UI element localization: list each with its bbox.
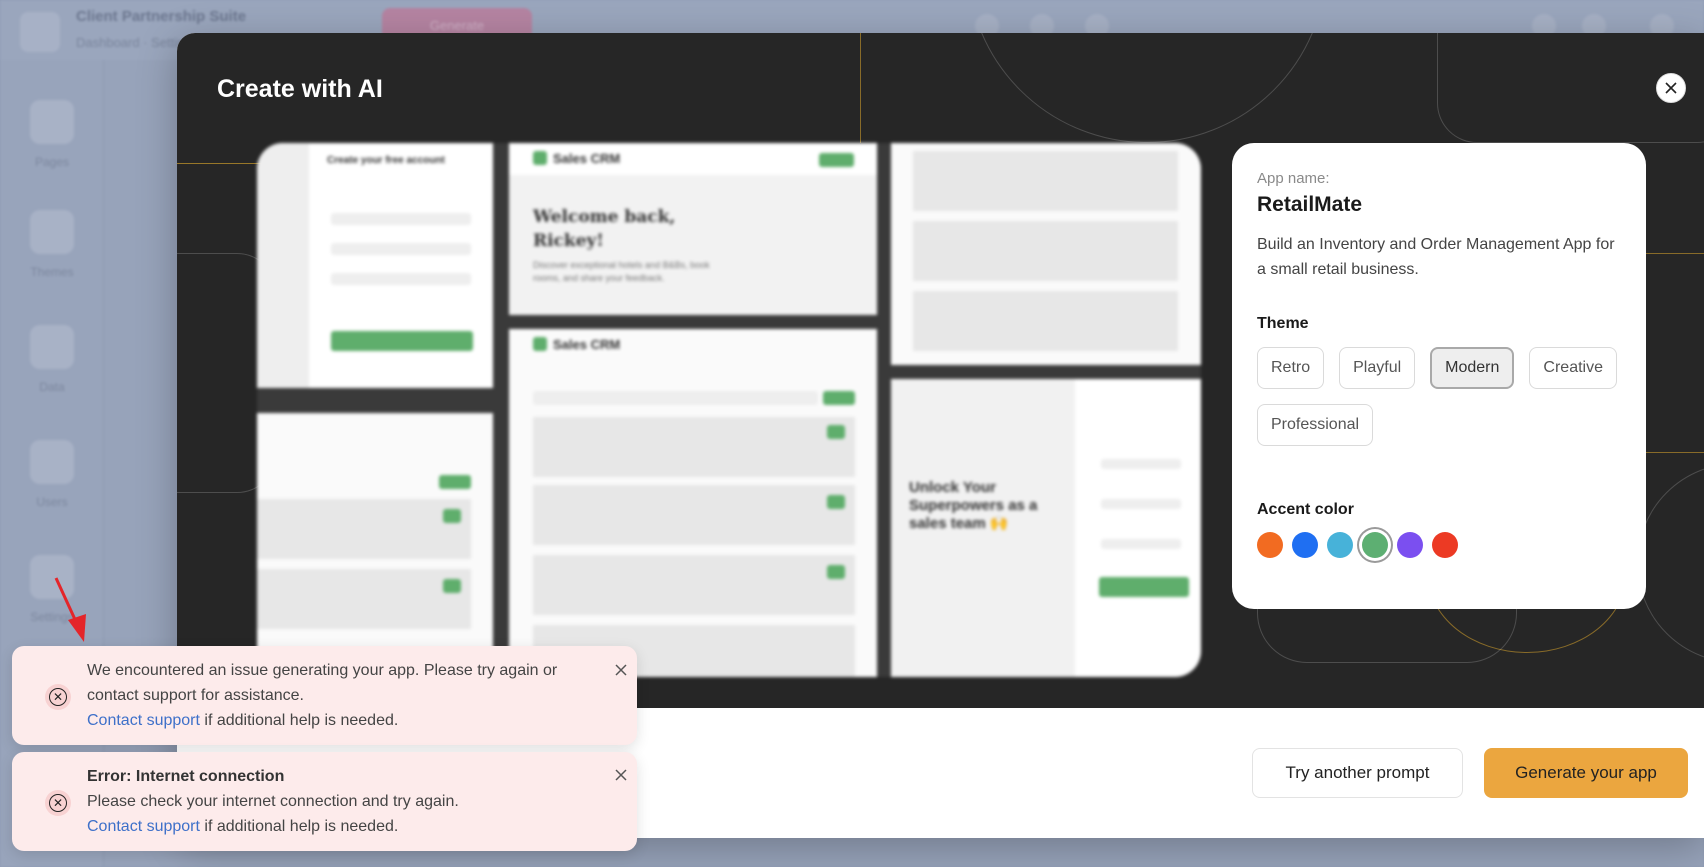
theme-label: Theme xyxy=(1257,315,1309,332)
close-icon xyxy=(1665,82,1677,94)
app-title: Client Partnership Suite xyxy=(76,8,247,25)
home-icon xyxy=(20,12,60,52)
theme-option-professional[interactable]: Professional xyxy=(1257,404,1374,446)
decorative-circle xyxy=(967,33,1327,143)
modal-title: Create with AI xyxy=(217,75,383,103)
try-another-prompt-button[interactable]: Try another prompt xyxy=(1252,748,1463,798)
error-icon: ✕ xyxy=(45,684,71,710)
decorative-circle xyxy=(1637,463,1704,663)
accent-swatch-red[interactable] xyxy=(1432,532,1458,558)
accent-swatch-green[interactable] xyxy=(1362,532,1388,558)
theme-option-playful[interactable]: Playful xyxy=(1339,347,1416,389)
error-icon: ✕ xyxy=(45,790,71,816)
preview-table-right xyxy=(891,143,1201,365)
data-icon xyxy=(30,325,74,369)
toast-help: Contact support if additional help is ne… xyxy=(87,814,597,839)
connection-error-toast: ✕ Error: Internet connection Please chec… xyxy=(12,752,637,851)
decorative-line xyxy=(860,33,861,143)
theme-option-creative[interactable]: Creative xyxy=(1529,347,1617,389)
accent-swatch-blue[interactable] xyxy=(1292,532,1318,558)
preview-welcome: Sales CRM Welcome back, Rickey! Discover… xyxy=(509,143,877,315)
app-description[interactable]: Build an Inventory and Order Management … xyxy=(1257,232,1622,282)
preview-signup: Create your free account xyxy=(257,143,493,388)
accent-color-swatches xyxy=(1257,532,1621,558)
error-toast: ✕ We encountered an issue generating you… xyxy=(12,646,637,745)
toast-title: Error: Internet connection xyxy=(87,768,285,785)
contact-support-link[interactable]: Contact support xyxy=(87,712,200,729)
template-previews: Create your free account Sales CRM Welco… xyxy=(257,143,1201,677)
app-sidebar: Pages Themes Data Users Settings xyxy=(0,60,104,867)
pages-icon xyxy=(30,100,74,144)
theme-options: Retro Playful Modern Creative Profession… xyxy=(1257,347,1622,446)
preview-hero: Unlock Your Superpowers as a sales team … xyxy=(891,379,1201,677)
close-button[interactable] xyxy=(1656,73,1686,103)
theme-option-modern[interactable]: Modern xyxy=(1430,347,1515,389)
toast-message: Please check your internet connection an… xyxy=(87,793,459,810)
accent-swatch-orange[interactable] xyxy=(1257,532,1283,558)
app-config-card: App name: RetailMate Build an Inventory … xyxy=(1232,143,1646,609)
users-icon xyxy=(30,440,74,484)
generate-app-button[interactable]: Generate your app xyxy=(1484,748,1688,798)
decorative-line xyxy=(177,163,267,164)
sidebar-label: Users xyxy=(36,495,68,509)
theme-option-retro[interactable]: Retro xyxy=(1257,347,1325,389)
accent-swatch-purple[interactable] xyxy=(1397,532,1423,558)
accent-color-label: Accent color xyxy=(1257,501,1354,518)
toast-message: We encountered an issue generating your … xyxy=(87,662,558,704)
sidebar-label: Pages xyxy=(34,155,70,169)
sidebar-label: Themes xyxy=(30,265,74,279)
annotation-arrow-icon xyxy=(54,577,86,642)
modal-hero: Create with AI Create your free account … xyxy=(177,33,1704,708)
toast-help-text: if additional help is needed. xyxy=(199,712,399,729)
preview-list: Sales CRM xyxy=(509,329,877,677)
app-name-value[interactable]: RetailMate xyxy=(1257,193,1621,217)
contact-support-link[interactable]: Contact support xyxy=(87,818,200,835)
close-toast-icon[interactable] xyxy=(614,663,628,677)
app-name-label: App name: xyxy=(1257,170,1330,187)
accent-swatch-cyan[interactable] xyxy=(1327,532,1353,558)
close-toast-icon[interactable] xyxy=(614,768,628,782)
preview-table xyxy=(257,413,493,677)
toast-help-text: if additional help is needed. xyxy=(199,818,399,835)
sidebar-label: Data xyxy=(39,380,65,394)
themes-icon xyxy=(30,210,74,254)
toast-help: Contact support if additional help is ne… xyxy=(87,708,597,733)
